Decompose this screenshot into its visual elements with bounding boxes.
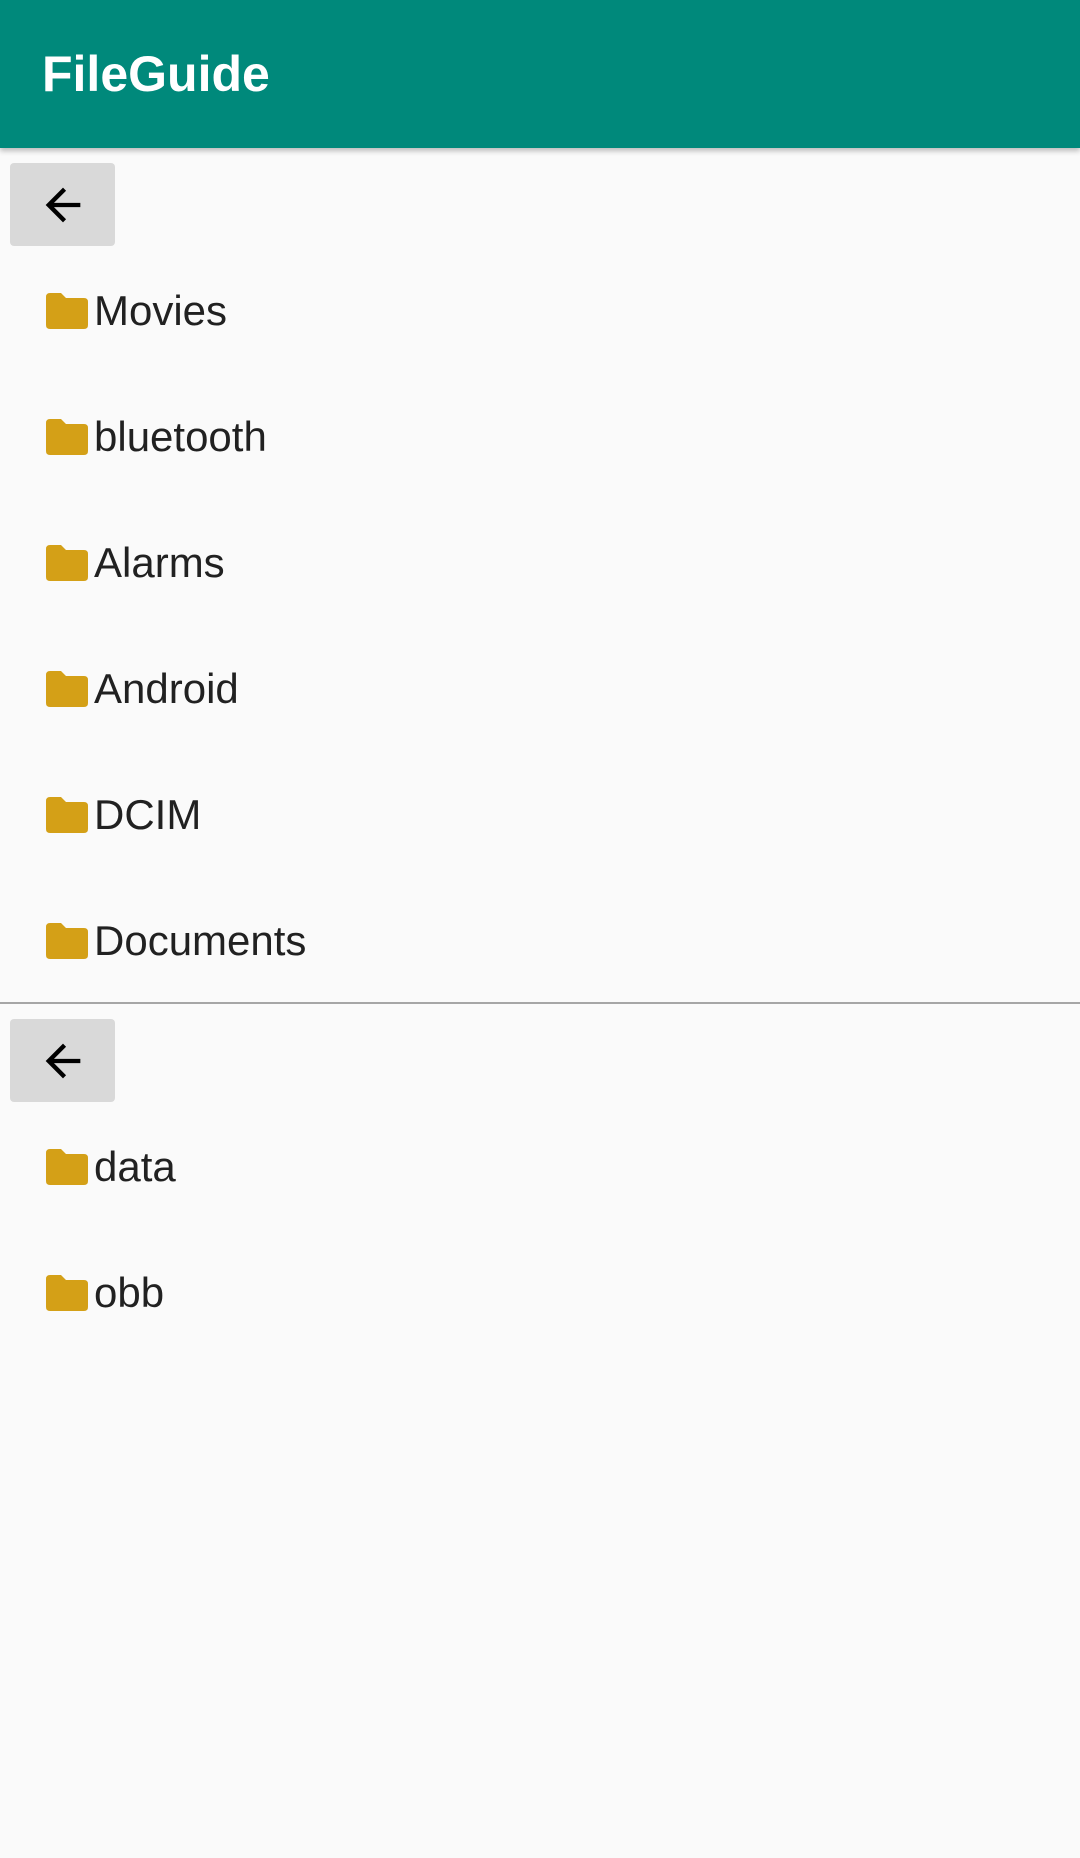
folder-item[interactable]: Documents [0, 878, 1080, 1004]
folder-icon [46, 797, 88, 833]
app-title: FileGuide [42, 46, 270, 102]
folder-label: bluetooth [94, 413, 267, 460]
app-bar: FileGuide [0, 0, 1080, 148]
bottom-pane: data obb [0, 1004, 1080, 1858]
folder-icon [46, 419, 88, 455]
folder-item[interactable]: Android [0, 626, 1080, 752]
folder-icon [46, 671, 88, 707]
folder-label: Documents [94, 917, 307, 964]
folder-item[interactable]: DCIM [0, 752, 1080, 878]
folder-label: Alarms [94, 539, 225, 586]
bottom-folder-list: data obb [0, 1104, 1080, 1356]
top-pane: Movies bluetooth Alarms Android DCIM Doc… [0, 148, 1080, 1002]
top-back-button[interactable] [10, 163, 115, 246]
bottom-back-button[interactable] [10, 1019, 115, 1102]
top-folder-list: Movies bluetooth Alarms Android DCIM Doc… [0, 248, 1080, 1004]
folder-label: Movies [94, 287, 228, 334]
arrow-left-icon [45, 1043, 80, 1078]
folder-item[interactable]: Alarms [0, 500, 1080, 626]
folder-icon [46, 1149, 88, 1185]
folder-label: Android [94, 665, 239, 712]
folder-item[interactable]: Movies [0, 248, 1080, 374]
folder-item[interactable]: bluetooth [0, 374, 1080, 500]
folder-label: obb [94, 1269, 165, 1316]
folder-item[interactable]: obb [0, 1230, 1080, 1356]
folder-icon [46, 1275, 88, 1311]
folder-icon [46, 293, 88, 329]
folder-icon [46, 923, 88, 959]
folder-icon [46, 545, 88, 581]
arrow-left-icon [45, 187, 80, 222]
folder-label: data [94, 1143, 176, 1190]
folder-item[interactable]: data [0, 1104, 1080, 1230]
folder-label: DCIM [94, 791, 202, 838]
